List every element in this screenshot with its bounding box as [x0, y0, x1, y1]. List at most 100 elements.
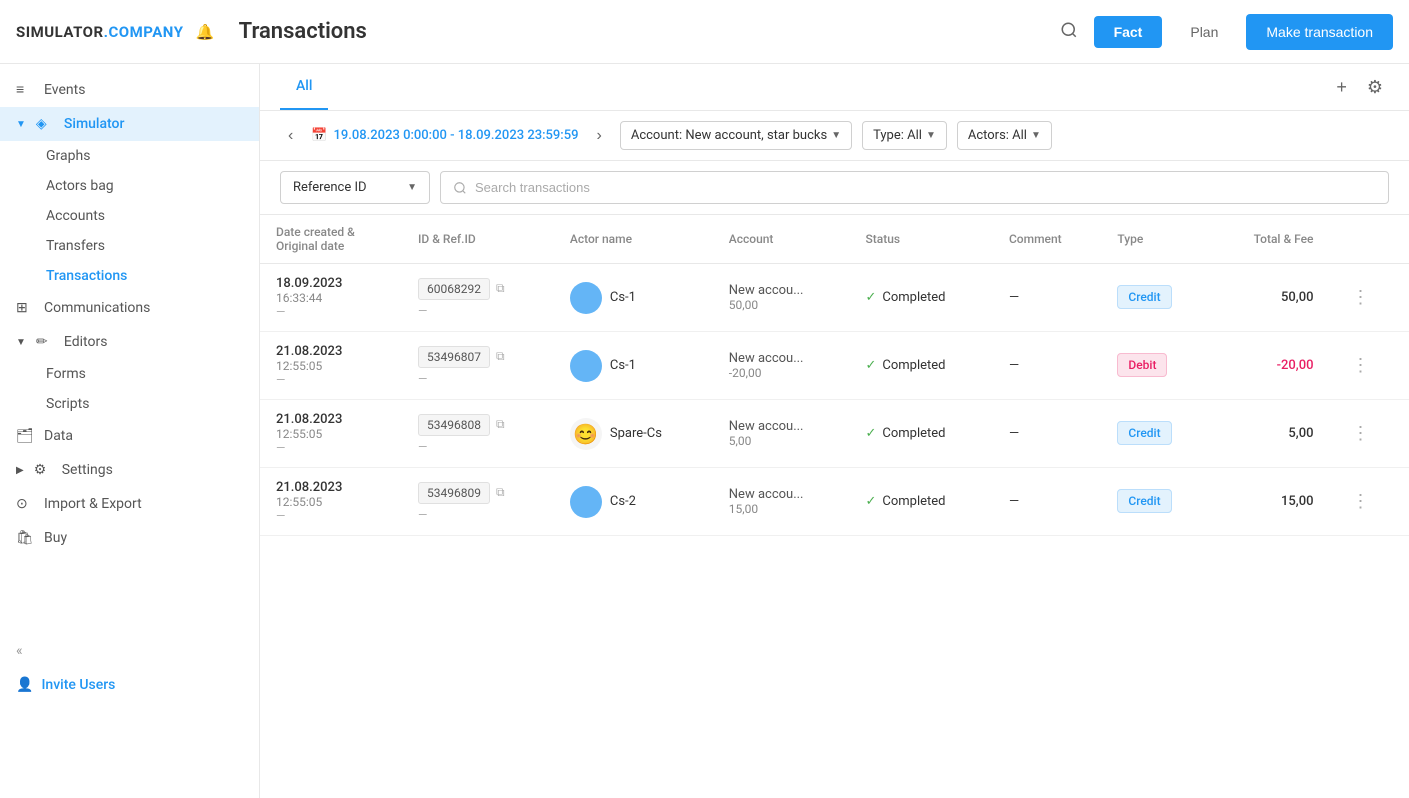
status-cell: ✓Completed — [849, 264, 992, 332]
avatar — [570, 486, 602, 518]
data-icon: 🗂 — [16, 428, 34, 444]
tab-all-label: All — [296, 78, 312, 94]
sidebar-item-label: Simulator — [64, 116, 125, 132]
scripts-label: Scripts — [46, 396, 89, 412]
sidebar-item-transfers[interactable]: Transfers — [0, 231, 259, 261]
account-filter-dropdown[interactable]: Account: New account, star bucks ▼ — [620, 121, 852, 150]
type-badge: Credit — [1117, 489, 1171, 513]
sidebar-item-transactions[interactable]: Transactions — [0, 261, 259, 291]
id-badge: 53496808 — [418, 414, 490, 436]
actions-cell: ⋮ — [1330, 332, 1409, 400]
sidebar-item-accounts[interactable]: Accounts — [0, 201, 259, 231]
id-cell: 53496808⧉— — [402, 400, 554, 468]
chevron-down-icon: ▼ — [16, 119, 26, 130]
copy-icon[interactable]: ⧉ — [496, 281, 505, 296]
date-prev-button[interactable]: ‹ — [280, 123, 301, 149]
ref-id-dropdown[interactable]: Reference ID ▼ — [280, 171, 430, 204]
top-header: SIMULATOR.COMPANY 🔔 Transactions Fact Pl… — [0, 0, 1409, 64]
type-cell: Credit — [1101, 468, 1211, 536]
make-transaction-button[interactable]: Make transaction — [1246, 14, 1393, 50]
logo-company: COMPANY — [108, 23, 183, 41]
search-input[interactable] — [475, 180, 1376, 195]
copy-icon[interactable]: ⧉ — [496, 349, 505, 364]
search-icon-button[interactable] — [1052, 13, 1086, 50]
id-cell: 53496807⧉— — [402, 332, 554, 400]
sidebar-item-buy[interactable]: 🛍 Buy — [0, 521, 259, 555]
status-check-icon: ✓ — [865, 290, 876, 305]
sidebar-item-label: Editors — [64, 334, 108, 350]
invite-users-button[interactable]: 👤 Invite Users — [0, 667, 259, 703]
date-next-button[interactable]: › — [589, 123, 610, 149]
sidebar-collapse-button[interactable]: « — [0, 635, 259, 667]
sidebar-item-communications[interactable]: ⊞ Communications — [0, 291, 259, 325]
events-icon: ≡ — [16, 81, 34, 98]
settings-tab-button[interactable]: ⚙ — [1361, 71, 1389, 104]
sidebar-item-import-export[interactable]: ⊙ Import & Export — [0, 487, 259, 521]
tabs-right: + ⚙ — [1330, 71, 1389, 104]
calendar-icon: 📅 — [311, 128, 327, 143]
type-badge: Credit — [1117, 421, 1171, 445]
search-input-wrapper — [440, 171, 1389, 204]
actors-filter-dropdown[interactable]: Actors: All ▼ — [957, 121, 1052, 150]
type-cell: Credit — [1101, 264, 1211, 332]
logo: SIMULATOR.COMPANY 🔔 — [16, 23, 215, 41]
actions-cell: ⋮ — [1330, 400, 1409, 468]
more-options-button[interactable]: ⋮ — [1346, 283, 1376, 312]
fact-button[interactable]: Fact — [1094, 16, 1163, 48]
search-filter-bar: Reference ID ▼ — [260, 161, 1409, 215]
more-options-button[interactable]: ⋮ — [1346, 351, 1376, 380]
avatar — [570, 350, 602, 382]
sidebar-item-label: Import & Export — [44, 496, 142, 512]
date-cell: 21.08.202312:55:05— — [260, 468, 402, 536]
copy-icon[interactable]: ⧉ — [496, 417, 505, 432]
date-range-text: 19.08.2023 0:00:00 - 18.09.2023 23:59:59 — [334, 128, 579, 143]
col-comment: Comment — [993, 215, 1101, 264]
copy-icon[interactable]: ⧉ — [496, 485, 505, 500]
table-row: 18.09.202316:33:44—60068292⧉—Cs-1New acc… — [260, 264, 1409, 332]
sidebar-item-data[interactable]: 🗂 Data — [0, 419, 259, 453]
id-badge: 60068292 — [418, 278, 490, 300]
sidebar-item-label: Data — [44, 428, 73, 444]
avatar — [570, 282, 602, 314]
invite-users-icon: 👤 — [16, 677, 33, 693]
sidebar-item-label: Communications — [44, 300, 150, 316]
forms-label: Forms — [46, 366, 86, 382]
table-row: 21.08.202312:55:05—53496809⧉—Cs-2New acc… — [260, 468, 1409, 536]
sidebar-item-forms[interactable]: Forms — [0, 359, 259, 389]
sidebar-item-events[interactable]: ≡ Events — [0, 72, 259, 107]
comment-cell: — — [993, 400, 1101, 468]
buy-icon: 🛍 — [16, 530, 34, 546]
status-text: Completed — [882, 494, 945, 509]
account-cell: New accou...5,00 — [713, 400, 850, 468]
sidebar-item-editors[interactable]: ▼ ✏ Editors — [0, 325, 259, 359]
logo-simulator: SIMULATOR — [16, 23, 104, 41]
table-row: 21.08.202312:55:05—53496808⧉—😊Spare-CsNe… — [260, 400, 1409, 468]
filters-bar: ‹ 📅 19.08.2023 0:00:00 - 18.09.2023 23:5… — [260, 111, 1409, 161]
invite-users-label: Invite Users — [41, 677, 115, 693]
col-date: Date created &Original date — [260, 215, 402, 264]
bell-icon[interactable]: 🔔 — [195, 23, 214, 41]
account-cell: New accou...50,00 — [713, 264, 850, 332]
comment-cell: — — [993, 264, 1101, 332]
sidebar-item-actors-bag[interactable]: Actors bag — [0, 171, 259, 201]
status-cell: ✓Completed — [849, 468, 992, 536]
sidebar-item-settings[interactable]: ▶ ⚙ Settings — [0, 453, 259, 487]
graphs-label: Graphs — [46, 148, 90, 164]
type-filter-dropdown[interactable]: Type: All ▼ — [862, 121, 947, 150]
plan-button[interactable]: Plan — [1170, 16, 1238, 48]
sidebar-item-scripts[interactable]: Scripts — [0, 389, 259, 419]
type-cell: Debit — [1101, 332, 1211, 400]
more-options-button[interactable]: ⋮ — [1346, 487, 1376, 516]
search-icon — [453, 181, 467, 195]
type-cell: Credit — [1101, 400, 1211, 468]
date-range-display: 📅 19.08.2023 0:00:00 - 18.09.2023 23:59:… — [311, 128, 578, 143]
sidebar-item-label: Settings — [62, 462, 113, 478]
more-options-button[interactable]: ⋮ — [1346, 419, 1376, 448]
import-export-icon: ⊙ — [16, 496, 34, 512]
tab-all[interactable]: All — [280, 64, 328, 110]
simulator-icon: ◈ — [36, 116, 54, 132]
add-tab-button[interactable]: + — [1330, 71, 1353, 104]
sidebar-item-simulator[interactable]: ▼ ◈ Simulator — [0, 107, 259, 141]
sidebar-item-graphs[interactable]: Graphs — [0, 141, 259, 171]
tabs-left: All — [280, 64, 328, 110]
